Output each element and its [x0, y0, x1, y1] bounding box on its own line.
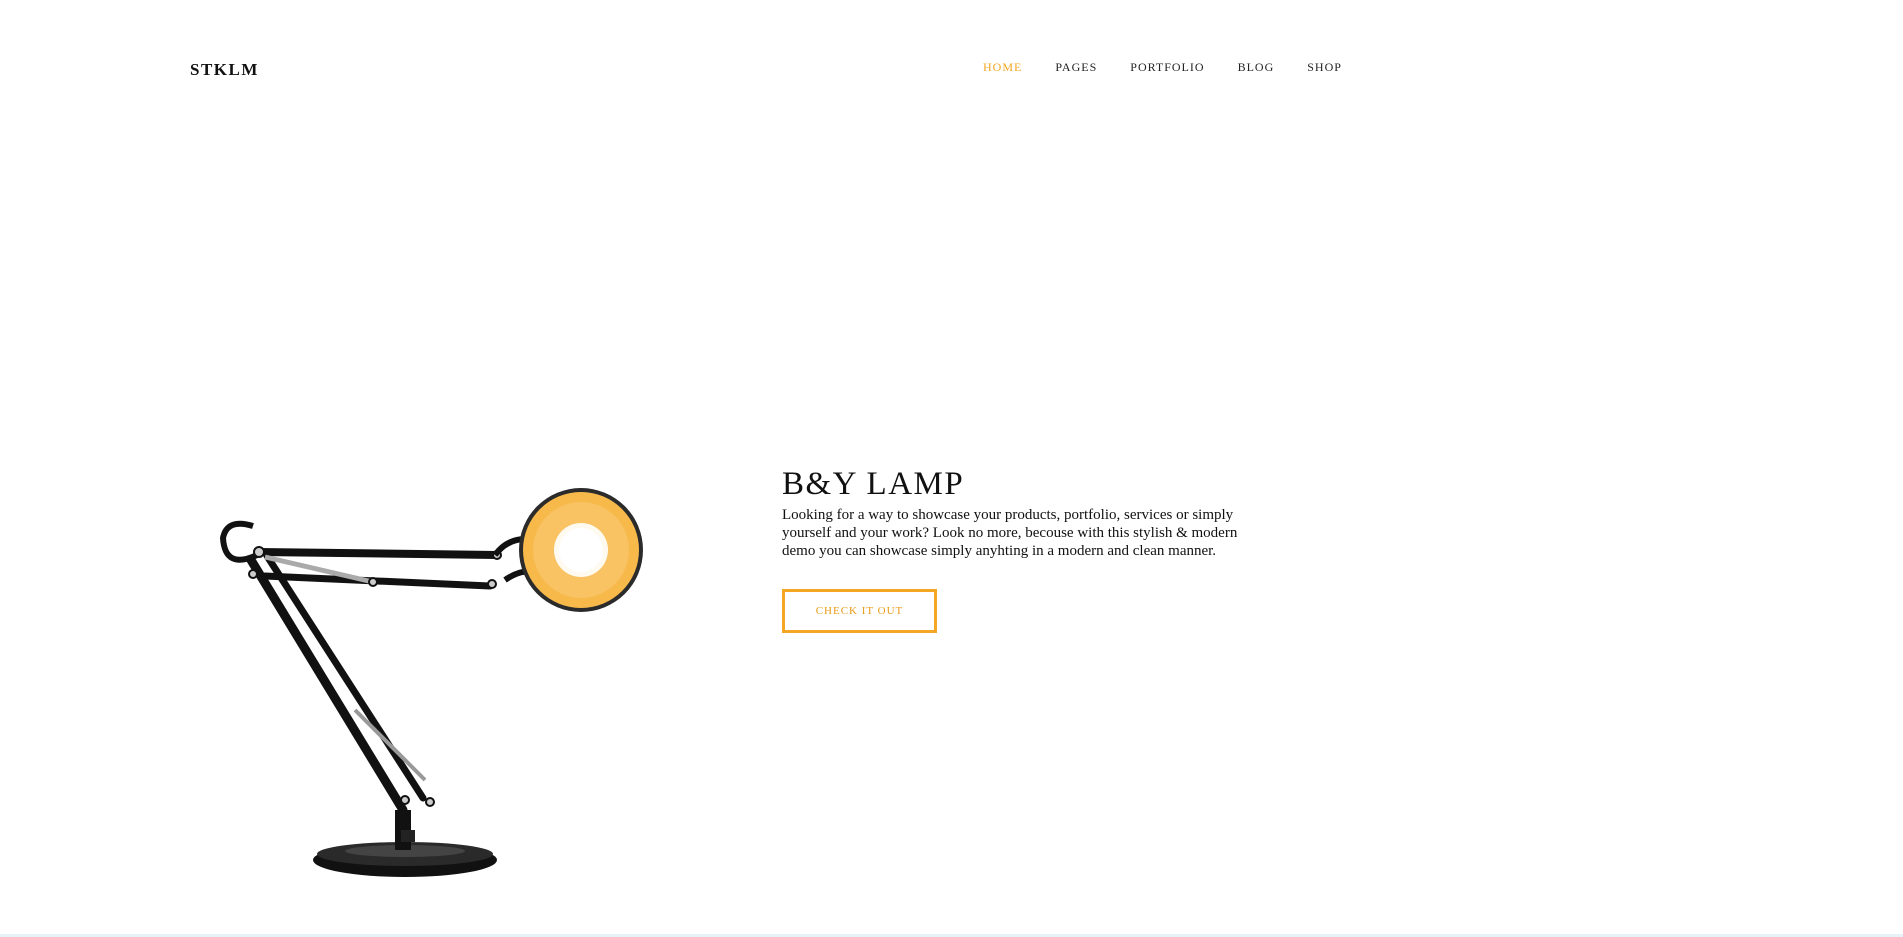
- desk-lamp-image: [219, 488, 643, 877]
- nav-item-blog[interactable]: BLOG: [1238, 60, 1275, 75]
- page: STKLM HOME PAGES PORTFOLIO BLOG SHOP B&Y…: [0, 0, 1903, 937]
- check-it-out-button[interactable]: CHECK IT OUT: [782, 589, 937, 633]
- main-nav: HOME PAGES PORTFOLIO BLOG SHOP: [983, 60, 1375, 75]
- nav-item-home[interactable]: HOME: [983, 60, 1022, 75]
- nav-item-pages[interactable]: PAGES: [1055, 60, 1097, 75]
- hero-description: Looking for a way to showcase your produ…: [782, 507, 1238, 559]
- nav-item-portfolio[interactable]: PORTFOLIO: [1130, 60, 1204, 75]
- hero-title: B&Y LAMP: [782, 466, 965, 502]
- nav-item-shop[interactable]: SHOP: [1307, 60, 1342, 75]
- site-logo[interactable]: STKLM: [190, 60, 259, 80]
- hero-section: B&Y LAMP Looking for a way to showcase y…: [782, 466, 1282, 560]
